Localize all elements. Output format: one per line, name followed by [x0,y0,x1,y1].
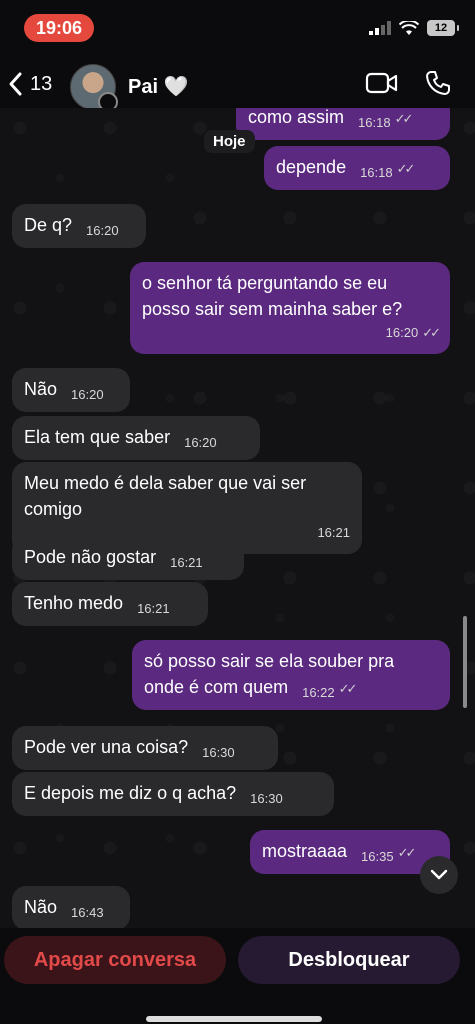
delete-chat-button[interactable]: Apagar conversa [4,936,226,984]
phone-call-icon[interactable] [425,70,451,96]
back-button[interactable]: 13 [6,70,52,98]
message-time: 16:30 [250,791,283,806]
chevron-left-icon [9,72,22,96]
unread-count: 13 [30,72,53,95]
message-list[interactable]: como assim 16:18 ✓✓ Hoje depende 16:18 ✓✓ De… [0,108,475,928]
chat-header: 13 Pai 🤍 [0,56,475,116]
chevron-down-icon [430,869,448,880]
message-text: Não [24,897,58,917]
cellular-signal-icon [369,21,391,35]
message-text: E depois me diz o q acha? [24,783,237,803]
status-bar: 19:06 12 [0,0,475,56]
scrollbar[interactable] [463,616,467,708]
message-incoming[interactable]: Pode não gostar 16:21 [12,536,244,580]
read-ticks-icon: ✓✓ [394,111,414,126]
message-text: Ela tem que saber [24,427,171,447]
message-time: 16:18 [358,115,391,130]
video-call-icon[interactable] [365,70,399,96]
message-text: como assim [248,108,345,127]
message-incoming[interactable]: Tenho medo 16:21 [12,582,208,626]
blocked-chat-actions: Apagar conversa Desbloquear [0,928,475,1024]
message-text: Tenho medo [24,593,124,613]
message-time: 16:35 [361,849,394,864]
date-separator: Hoje [204,130,255,153]
message-incoming[interactable]: Pode ver una coisa? 16:30 [12,726,278,770]
message-text: Pode não gostar [24,547,157,567]
wifi-icon [399,20,419,35]
message-incoming[interactable]: E depois me diz o q acha? 16:30 [12,772,334,816]
message-time: 16:20 [71,387,104,402]
message-time: 16:30 [202,745,235,760]
message-time: 16:20 [86,223,119,238]
message-text: Meu medo é dela saber que vai ser comigo [24,473,307,519]
message-outgoing[interactable]: como assim 16:18 ✓✓ [236,108,450,140]
message-outgoing[interactable]: depende 16:18 ✓✓ [264,146,450,190]
scroll-to-bottom-button[interactable] [420,856,458,894]
message-time: 16:20 [184,435,217,450]
message-text: só posso sair se ela souber pra onde é c… [144,651,395,697]
message-text: depende [276,157,347,177]
message-outgoing[interactable]: só posso sair se ela souber pra onde é c… [132,640,450,710]
message-incoming[interactable]: Não 16:43 [12,886,130,928]
message-time: 16:22 [302,685,335,700]
contact-name[interactable]: Pai 🤍 [128,74,189,99]
heart-emoji: 🤍 [163,76,189,98]
message-outgoing[interactable]: mostraaaa 16:35 ✓✓ [250,830,450,874]
home-indicator[interactable] [146,1016,322,1022]
message-time: 16:20 [385,325,419,340]
message-incoming[interactable]: Não 16:20 [12,368,130,412]
message-incoming[interactable]: De q? 16:20 [12,204,146,248]
message-text: o senhor tá perguntando se eu posso sair… [142,273,403,319]
battery-icon: 12 [427,20,459,36]
read-ticks-icon: ✓✓ [397,845,417,860]
unblock-button[interactable]: Desbloquear [238,936,460,984]
message-text: Não [24,379,58,399]
message-time: 16:18 [360,165,393,180]
read-ticks-icon: ✓✓ [422,325,441,340]
contact-name-text: Pai [128,76,159,98]
message-time: 16:21 [137,601,170,616]
read-ticks-icon: ✓✓ [396,161,416,176]
message-outgoing[interactable]: o senhor tá perguntando se eu posso sair… [130,262,450,354]
message-time: 16:21 [170,555,203,570]
message-text: Pode ver una coisa? [24,737,189,757]
message-incoming[interactable]: Ela tem que saber 16:20 [12,416,260,460]
status-icons: 12 [369,20,459,36]
message-text: mostraaaa [262,841,348,861]
read-ticks-icon: ✓✓ [338,681,358,696]
message-time: 16:43 [71,905,104,920]
status-time: 19:06 [24,14,94,42]
message-text: De q? [24,215,73,235]
